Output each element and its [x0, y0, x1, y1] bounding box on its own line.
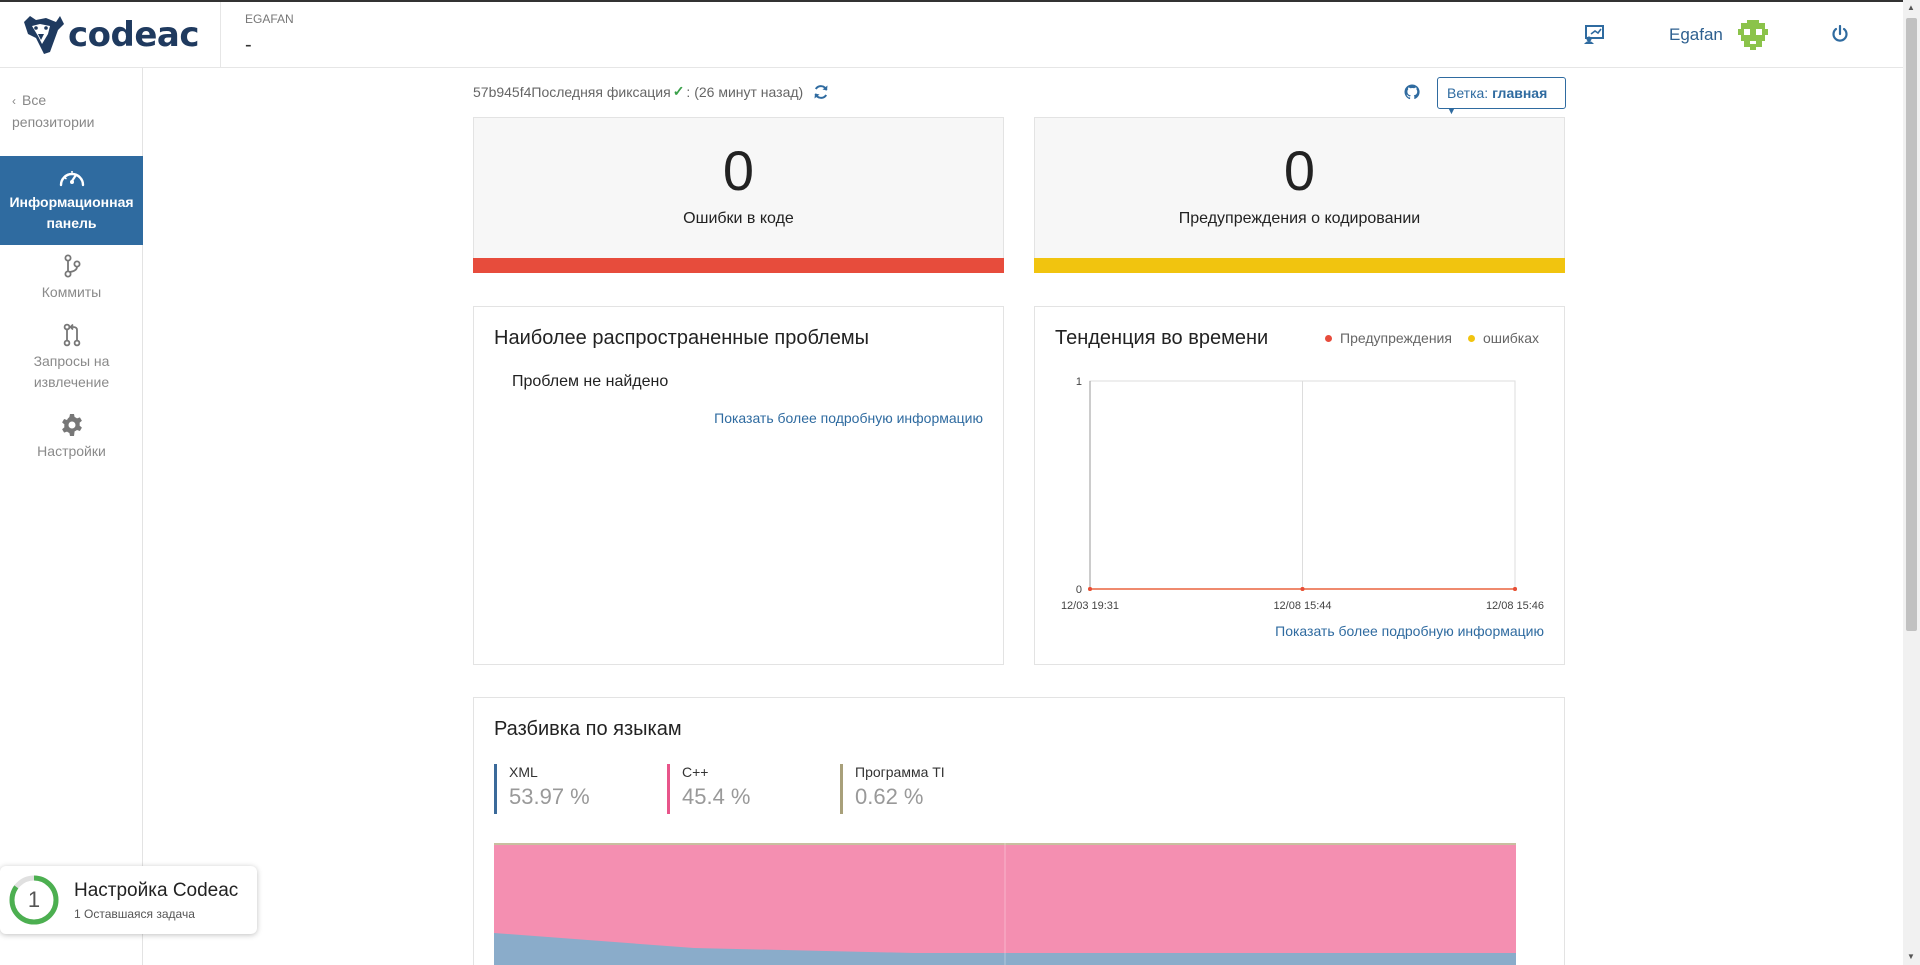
sidebar-item-settings[interactable]: Настройки [0, 413, 143, 462]
card-title: Разбивка по языкам [494, 718, 682, 740]
legend-dot-errors [1467, 334, 1475, 342]
top-bar: codeac EGAFAN - Egafan [0, 0, 1920, 68]
top-problems-card: Наиболее распространенные проблемы Пробл… [473, 306, 1004, 665]
x-tick-label: 12/08 15:44 [1273, 600, 1331, 612]
language-percent: 45.4 % [682, 784, 751, 809]
x-tick-label: 12/08 15:46 [1486, 600, 1544, 612]
scroll-down-icon[interactable]: ▼ [1907, 952, 1915, 961]
card-title: Тенденция во времени [1055, 327, 1269, 349]
trend-more-link[interactable]: Показать более подробную информацию [1275, 623, 1544, 639]
codeac-logo[interactable]: codeac [20, 14, 200, 56]
check-icon: ✓ [672, 83, 685, 99]
commit-hash[interactable]: 57b945f4 [473, 84, 531, 100]
scroll-up-icon[interactable]: ▲ [1907, 3, 1915, 12]
header-divider [220, 2, 221, 68]
sidebar-item-label: Информационная панель [9, 194, 134, 231]
commit-label: Последняя фиксация [531, 83, 671, 100]
toast-title: Настройка Codeac [74, 880, 239, 901]
errors-label: Ошибки в коде [683, 210, 794, 227]
legend-errors: ошибках [1482, 330, 1540, 346]
language-percent: 0.62 % [855, 784, 924, 809]
language-name: XML [509, 764, 538, 780]
errors-count: 0 [722, 139, 755, 202]
warnings-count: 0 [1283, 139, 1316, 202]
branch-name: главная [1492, 85, 1548, 101]
chevron-left-icon: ‹ [12, 94, 16, 108]
power-icon[interactable] [1831, 25, 1849, 43]
y-tick-label: 0 [1076, 584, 1082, 596]
language-percent: 53.97 % [509, 784, 590, 809]
presentation-icon[interactable] [1583, 24, 1605, 44]
language-area-chart [494, 843, 1516, 965]
y-tick-label: 1 [1076, 376, 1082, 388]
setup-progress-toast[interactable]: 1 Настройка Codeac 1 Оставшаяся задача [0, 866, 257, 934]
chart-legend: Предупреждения ошибках [1325, 330, 1539, 346]
trend-chart: 1 0 12/03 19:31 12/08 15:44 12/08 15:46 [1061, 376, 1544, 612]
data-point [1300, 587, 1305, 591]
repository-name[interactable]: - [245, 34, 252, 57]
trend-card: Тенденция во времени Предупреждения ошиб… [1034, 306, 1565, 665]
commit-time: : (26 минут назад) [686, 83, 804, 100]
x-tick-label: 12/03 19:31 [1061, 600, 1119, 612]
remaining-count: 1 [27, 887, 41, 912]
sidebar: ‹ Все репозитории Информационная панель К… [0, 68, 143, 965]
language-cpp: C++ 45.4 % [667, 764, 751, 814]
dashboard-gauge-icon [59, 171, 84, 187]
language-name: C++ [682, 764, 709, 780]
sidebar-item-commits[interactable]: Коммиты [0, 254, 143, 303]
pull-request-icon [63, 323, 80, 347]
beaver-logo-icon [24, 16, 64, 54]
all-repositories-link[interactable]: ‹ Все репозитории [12, 90, 132, 133]
legend-dot-warnings [1325, 334, 1332, 342]
branch-prefix: Ветка: [1447, 85, 1489, 101]
refresh-icon[interactable] [813, 84, 829, 100]
sidebar-item-label: Настройки [37, 443, 106, 459]
warnings-color-bar [1034, 258, 1565, 273]
data-point [1513, 587, 1517, 591]
organization-name: EGAFAN [245, 12, 294, 26]
sidebar-item-label: Коммиты [41, 284, 102, 300]
data-point [1088, 587, 1092, 591]
problems-more-link[interactable]: Показать более подробную информацию [714, 410, 983, 426]
code-warnings-card[interactable]: 0 Предупреждения о кодировании [1034, 117, 1565, 273]
no-problems-text: Проблем не найдено [512, 373, 669, 390]
warnings-label: Предупреждения о кодировании [1178, 210, 1421, 227]
all-repositories-label: Все репозитории [12, 92, 95, 130]
avatar[interactable] [1738, 20, 1768, 50]
sidebar-item-dashboard[interactable]: Информационная панель [0, 156, 143, 245]
github-icon[interactable] [1404, 84, 1420, 100]
toast-subtitle: 1 Оставшаяся задача [74, 907, 195, 921]
language-ti-program: Программа TI 0.62 % [840, 764, 945, 814]
logo-text: codeac [68, 15, 200, 55]
language-xml: XML 53.97 % [494, 764, 590, 814]
caret-down-icon: ▼ [1447, 106, 1456, 116]
branch-dropdown[interactable]: Ветка: главная ▼ [1437, 77, 1566, 116]
language-breakdown-card: Разбивка по языкам XML 53.97 % C++ 45.4 … [473, 697, 1565, 965]
legend-warnings: Предупреждения [1340, 330, 1452, 346]
code-errors-card[interactable]: 0 Ошибки в коде [473, 117, 1004, 273]
errors-color-bar [473, 258, 1004, 273]
username[interactable]: Egafan [1669, 25, 1723, 45]
git-branch-icon [64, 254, 80, 278]
last-commit-info: 57b945f4 Последняя фиксация ✓: (26 минут н… [473, 83, 829, 100]
scrollbar-thumb[interactable] [1906, 18, 1917, 631]
sidebar-item-pull-requests[interactable]: Запросы на извлечение [0, 323, 143, 393]
sidebar-item-label: Запросы на извлечение [33, 353, 110, 390]
gear-icon [61, 414, 82, 436]
language-name: Программа TI [855, 764, 945, 780]
card-title: Наиболее распространенные проблемы [494, 327, 869, 349]
